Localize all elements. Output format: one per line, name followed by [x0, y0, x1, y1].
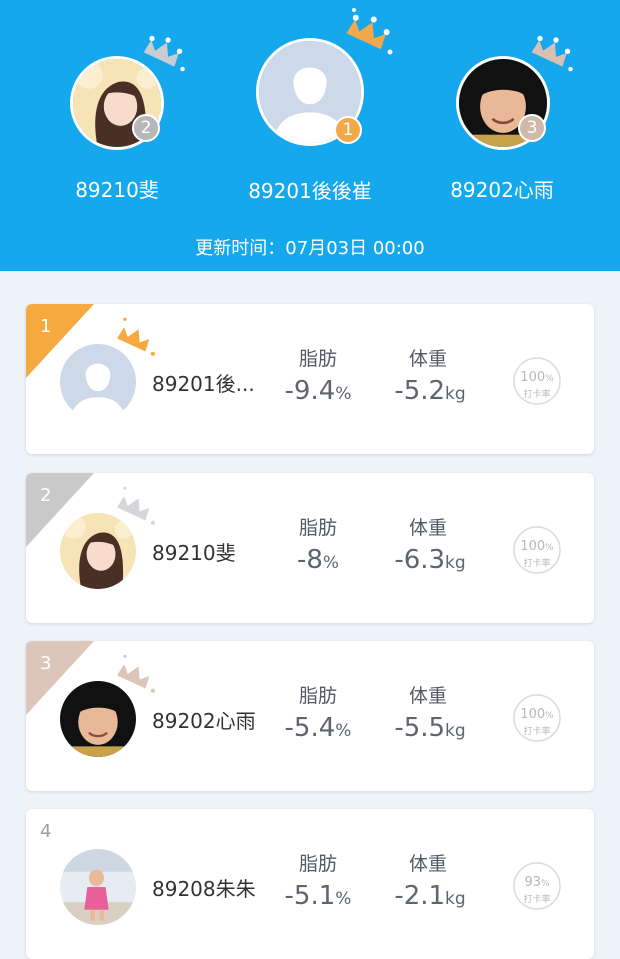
- rank-number: 1: [40, 316, 52, 337]
- avatar: [60, 849, 136, 925]
- rank-number: 2: [40, 485, 52, 506]
- podium-name: 89202心雨: [450, 178, 554, 202]
- fat-value: -9.4%: [284, 376, 352, 406]
- weight-value: -5.5kg: [394, 713, 466, 743]
- weight-value: -5.2kg: [394, 376, 466, 406]
- user-name: 89208朱朱: [152, 877, 256, 901]
- rank-badge: 1: [334, 116, 362, 144]
- fat-label: 脂肪: [298, 517, 337, 539]
- rank-number: 4: [40, 821, 52, 842]
- fat-value: -8%: [296, 545, 340, 575]
- user-photo: [60, 849, 136, 925]
- ranking-card[interactable]: 3 89202心雨 脂肪 -5.4% 体重 -5.5kg 100% 打卡率: [26, 641, 594, 791]
- user-name: 89201後...: [152, 372, 255, 396]
- update-time: 更新时间：07月03日 00:00: [195, 238, 425, 259]
- user-name: 89210斐: [152, 541, 236, 565]
- avatar: [60, 344, 136, 420]
- ranking-card[interactable]: 2 89210斐 脂肪 -8% 体重 -6.3kg 100% 打卡率: [26, 473, 594, 623]
- fat-label: 脂肪: [298, 685, 337, 707]
- rank-number: 3: [40, 653, 52, 674]
- weight-label: 体重: [408, 853, 447, 875]
- rank-badge: 2: [132, 114, 160, 142]
- avatar: [60, 681, 136, 757]
- checkin-rate: 93% 打卡率: [512, 861, 562, 911]
- ranking-card[interactable]: 4 89208朱朱 脂肪 -5.1% 体重 -2.1kg 93% 打卡率: [26, 809, 594, 959]
- fat-label: 脂肪: [298, 348, 337, 370]
- fat-label: 脂肪: [298, 853, 337, 875]
- leaderboard-header: 1 89201後後崔 2 89210斐 3 89202心雨 更新时间：07月03…: [0, 0, 620, 271]
- weight-label: 体重: [408, 685, 447, 707]
- weight-label: 体重: [408, 348, 447, 370]
- rank-badge: 3: [518, 114, 546, 142]
- user-photo: [60, 681, 136, 757]
- fat-value: -5.4%: [284, 713, 352, 743]
- checkin-rate: 100% 打卡率: [512, 525, 562, 575]
- weight-value: -2.1kg: [394, 881, 466, 911]
- podium-name: 89201後後崔: [248, 179, 372, 203]
- checkin-rate: 100% 打卡率: [512, 356, 562, 406]
- avatar: [60, 513, 136, 589]
- ranking-card[interactable]: 1 89201後... 脂肪 -9.4% 体重 -5.2kg 100% 打卡率: [26, 304, 594, 454]
- user-photo: [60, 513, 136, 589]
- user-name: 89202心雨: [152, 709, 256, 733]
- weight-value: -6.3kg: [394, 545, 466, 575]
- default-user-icon: [60, 344, 136, 420]
- podium-name: 89210斐: [75, 178, 159, 202]
- fat-value: -5.1%: [284, 881, 352, 911]
- checkin-rate: 100% 打卡率: [512, 693, 562, 743]
- weight-label: 体重: [408, 517, 447, 539]
